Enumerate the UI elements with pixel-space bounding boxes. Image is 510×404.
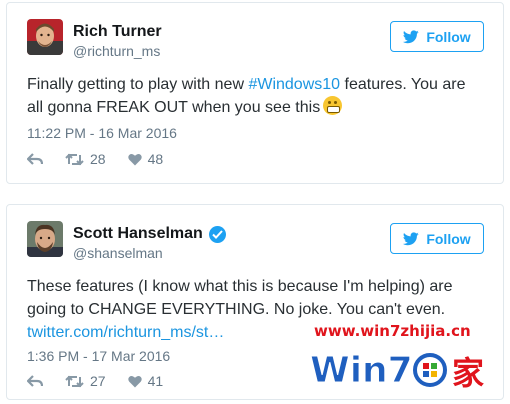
like-button[interactable]: 41 <box>127 373 164 389</box>
tweet-timestamp[interactable]: 1:36 PM - 17 Mar 2016 <box>27 348 170 364</box>
heart-icon <box>127 153 142 165</box>
like-button[interactable]: 48 <box>127 151 164 167</box>
retweet-button[interactable]: 28 <box>65 151 106 167</box>
heart-icon <box>127 375 142 387</box>
reply-button[interactable] <box>27 374 47 388</box>
follow-button[interactable]: Follow <box>390 223 484 254</box>
watermark-logo-text: Win7 <box>310 350 413 391</box>
like-count: 48 <box>147 151 164 167</box>
tweet-timestamp[interactable]: 11:22 PM - 16 Mar 2016 <box>27 125 177 141</box>
twitter-bird-icon <box>403 29 420 43</box>
watermark-logo-suffix: 家 <box>452 354 484 392</box>
tweet-text-part: These features (I know what this is beca… <box>27 278 453 318</box>
grimacing-emoji-icon <box>323 96 343 115</box>
user-name[interactable]: Rich Turner <box>73 23 162 41</box>
user-handle[interactable]: @shanselman <box>73 245 163 261</box>
verified-badge-icon <box>208 225 226 243</box>
user-name-text[interactable]: Rich Turner <box>73 23 162 41</box>
like-count: 41 <box>147 373 164 389</box>
hashtag-link[interactable]: #Windows10 <box>248 76 340 93</box>
retweet-count: 27 <box>90 373 106 389</box>
tweet-actions: 27 41 <box>27 373 163 389</box>
tweet-text: Finally getting to play with new #Window… <box>27 73 483 119</box>
retweet-count: 28 <box>90 151 106 167</box>
retweet-button[interactable]: 27 <box>65 373 106 389</box>
retweet-icon <box>65 375 84 387</box>
site-watermark: www.win7zhijia.cn Win7 家 <box>304 322 500 396</box>
avatar[interactable] <box>27 221 63 257</box>
user-name-text[interactable]: Scott Hanselman <box>73 225 203 243</box>
reply-icon <box>27 374 43 387</box>
follow-label: Follow <box>426 230 471 247</box>
win7-logo-icon: Win7 家 <box>310 350 485 393</box>
retweet-icon <box>65 153 84 165</box>
user-handle[interactable]: @richturn_ms <box>73 43 160 59</box>
watermark-url: www.win7zhijia.cn <box>314 322 471 340</box>
tweet-link[interactable]: twitter.com/richturn_ms/st… <box>27 324 224 341</box>
tweet-text-part: Finally getting to play with new <box>27 76 249 93</box>
follow-label: Follow <box>426 28 471 45</box>
user-name[interactable]: Scott Hanselman <box>73 225 226 243</box>
avatar[interactable] <box>27 19 63 55</box>
reply-button[interactable] <box>27 152 47 166</box>
tweet-card: Rich Turner @richturn_ms Follow Finally … <box>6 2 504 184</box>
twitter-bird-icon <box>403 231 420 245</box>
tweet-actions: 28 48 <box>27 151 163 167</box>
follow-button[interactable]: Follow <box>390 21 484 52</box>
reply-icon <box>27 152 43 165</box>
